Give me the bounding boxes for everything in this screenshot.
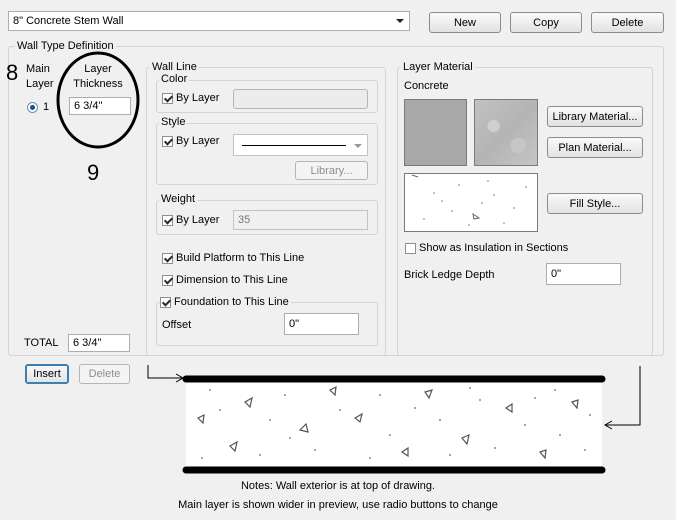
annotation-circle [56,51,140,149]
color-by-layer-checkbox[interactable]: By Layer [162,92,219,104]
dimension-box [162,274,173,286]
offset-value: 0" [289,318,300,330]
wall-line-title: Wall Line [150,61,199,73]
brick-ledge-input[interactable]: 0" [546,263,621,285]
brick-ledge-label: Brick Ledge Depth [404,269,495,281]
chevron-down-icon [354,144,362,148]
material-texture-swatch [474,99,538,166]
weight-by-layer-box [162,214,173,226]
weight-title: Weight [159,193,198,205]
fill-pattern-preview [404,173,538,232]
wall-type-select-value: 8" Concrete Stem Wall [13,15,124,27]
weight-by-layer-checkbox[interactable]: By Layer [162,214,219,226]
library-material-button[interactable]: Library Material... [547,106,643,127]
offset-input[interactable]: 0" [284,313,359,335]
foundation-label: Foundation to This Line [174,296,289,308]
fill-style-button[interactable]: Fill Style... [547,193,643,214]
color-by-layer-label: By Layer [176,92,220,104]
annotation-number-8: 8 [6,60,19,85]
material-color-swatch [404,99,467,166]
style-by-layer-label: By Layer [176,135,220,147]
style-library-button[interactable]: Library... [295,161,368,180]
line-style-select[interactable] [233,134,368,156]
weight-input[interactable]: 35 [233,210,368,230]
build-platform-label: Build Platform to This Line [176,252,305,264]
style-by-layer-box [162,135,173,147]
brick-ledge-value: 0" [551,268,562,280]
material-name: Concrete [404,80,449,92]
main-layer-header: Main Layer [26,63,54,90]
wall-type-select[interactable]: 8" Concrete Stem Wall [8,11,410,31]
insulation-label: Show as Insulation in Sections [419,242,569,254]
foundation-box [160,296,171,308]
wall-preview [147,365,641,474]
main-layer-radio[interactable] [27,102,38,113]
weight-value: 35 [238,214,251,226]
layer-number: 1 [43,101,50,113]
build-platform-checkbox[interactable]: Build Platform to This Line [162,252,304,264]
notes-line-2: Main layer is shown wider in preview, us… [178,499,498,511]
dimension-checkbox[interactable]: Dimension to This Line [162,274,288,286]
new-button[interactable]: New [429,12,501,33]
plan-material-button[interactable]: Plan Material... [547,137,643,158]
dimension-label: Dimension to This Line [176,274,288,286]
weight-by-layer-label: By Layer [176,214,220,226]
chevron-down-icon [396,19,404,23]
line-style-preview [242,145,346,146]
color-picker-button[interactable] [233,89,368,109]
total-value: 6 3/4" [73,337,102,349]
annotation-number-9: 9 [87,160,100,185]
color-by-layer-box [162,92,173,104]
notes-line-1: Notes: Wall exterior is at top of drawin… [240,480,435,492]
total-label: TOTAL [24,337,59,349]
build-platform-box [162,252,173,264]
insulation-box [405,242,416,254]
total-input[interactable]: 6 3/4" [68,334,130,352]
style-by-layer-checkbox[interactable]: By Layer [162,135,219,147]
insulation-checkbox[interactable]: Show as Insulation in Sections [405,242,568,254]
insert-button[interactable]: Insert [25,364,69,384]
main-layer-radio-indicator [27,102,38,113]
layer-material-title: Layer Material [401,61,475,73]
delete-layer-button[interactable]: Delete [79,364,130,384]
style-title: Style [159,116,188,128]
copy-button[interactable]: Copy [510,12,582,33]
foundation-checkbox[interactable]: Foundation to This Line [160,296,291,308]
color-title: Color [159,73,190,85]
offset-label: Offset [162,319,192,331]
delete-type-button[interactable]: Delete [591,12,664,33]
